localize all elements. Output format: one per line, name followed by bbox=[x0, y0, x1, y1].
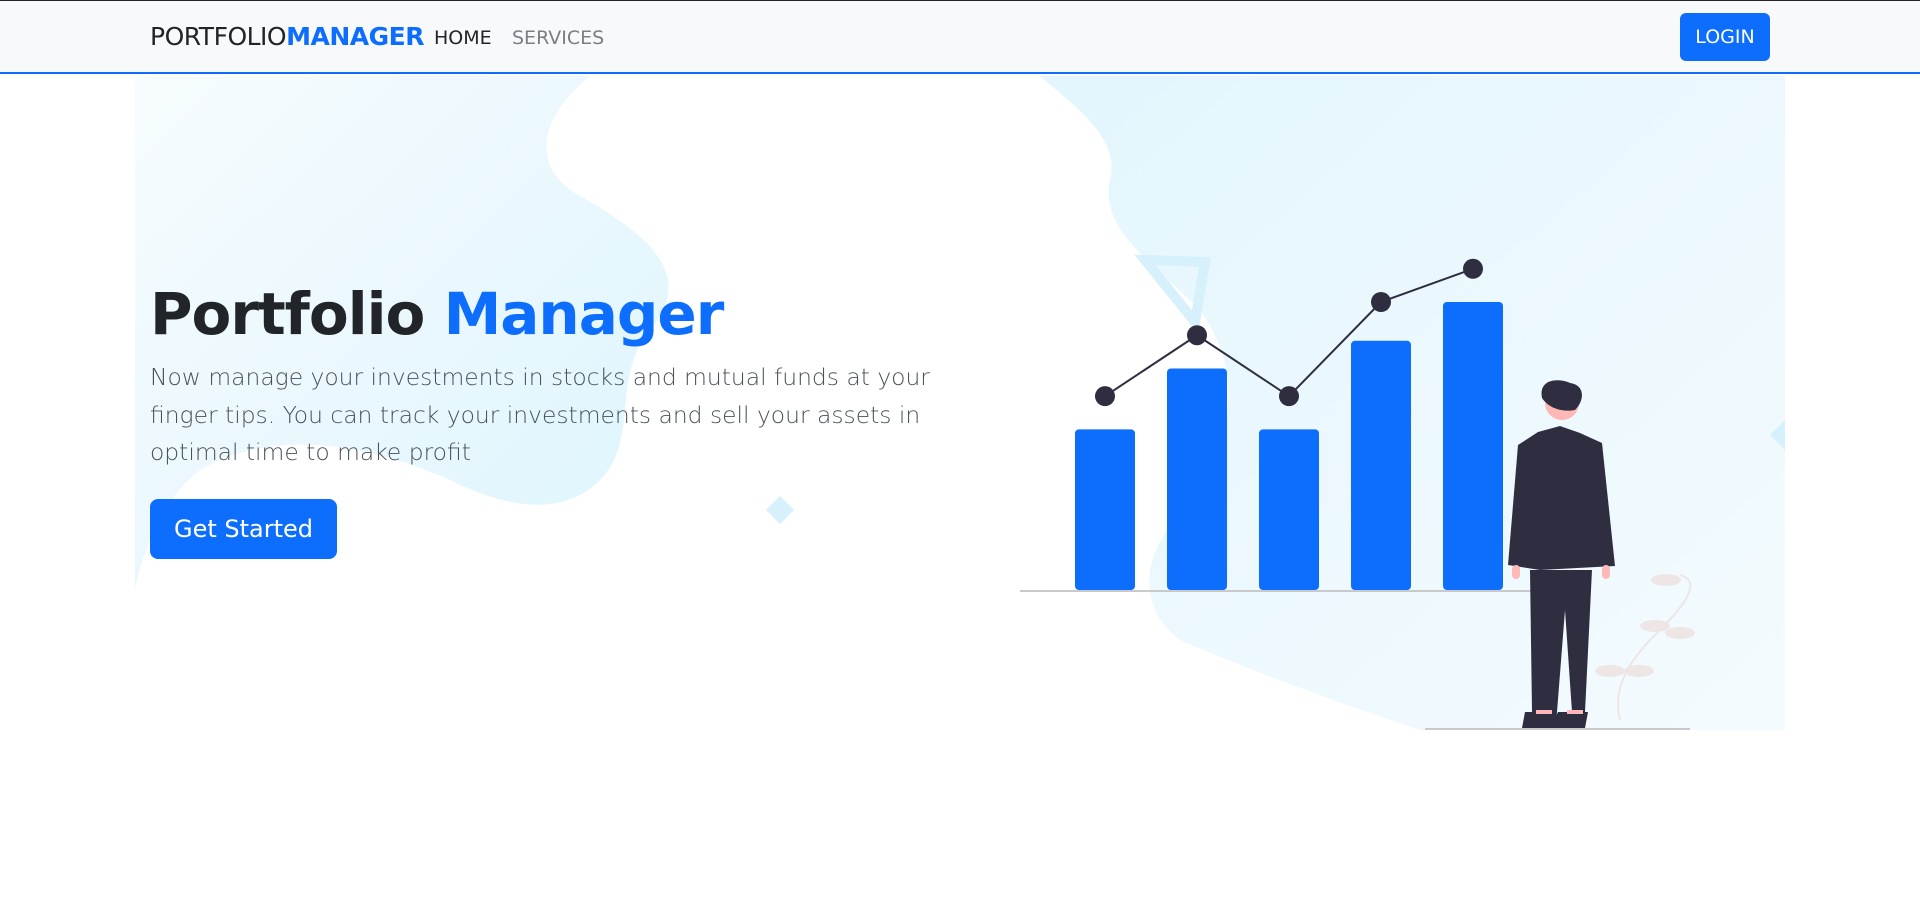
plant-decoration bbox=[1595, 574, 1695, 721]
chart-bar-1 bbox=[1075, 429, 1135, 590]
chart-bar-5 bbox=[1443, 302, 1503, 590]
chart-bar-2 bbox=[1167, 368, 1227, 590]
hero-illustration bbox=[1020, 258, 1695, 730]
chart-point-1 bbox=[1095, 386, 1115, 407]
chart-bar-3 bbox=[1259, 429, 1319, 590]
chart-bar-4 bbox=[1351, 340, 1411, 590]
person-figure bbox=[1508, 380, 1615, 728]
chart-point-3 bbox=[1279, 386, 1299, 407]
chart-trend-line bbox=[1104, 267, 1474, 398]
chart-group bbox=[1075, 258, 1503, 590]
chart-point-5 bbox=[1463, 258, 1483, 279]
chart-point-4 bbox=[1371, 292, 1391, 312]
chart-point-2 bbox=[1187, 325, 1207, 346]
